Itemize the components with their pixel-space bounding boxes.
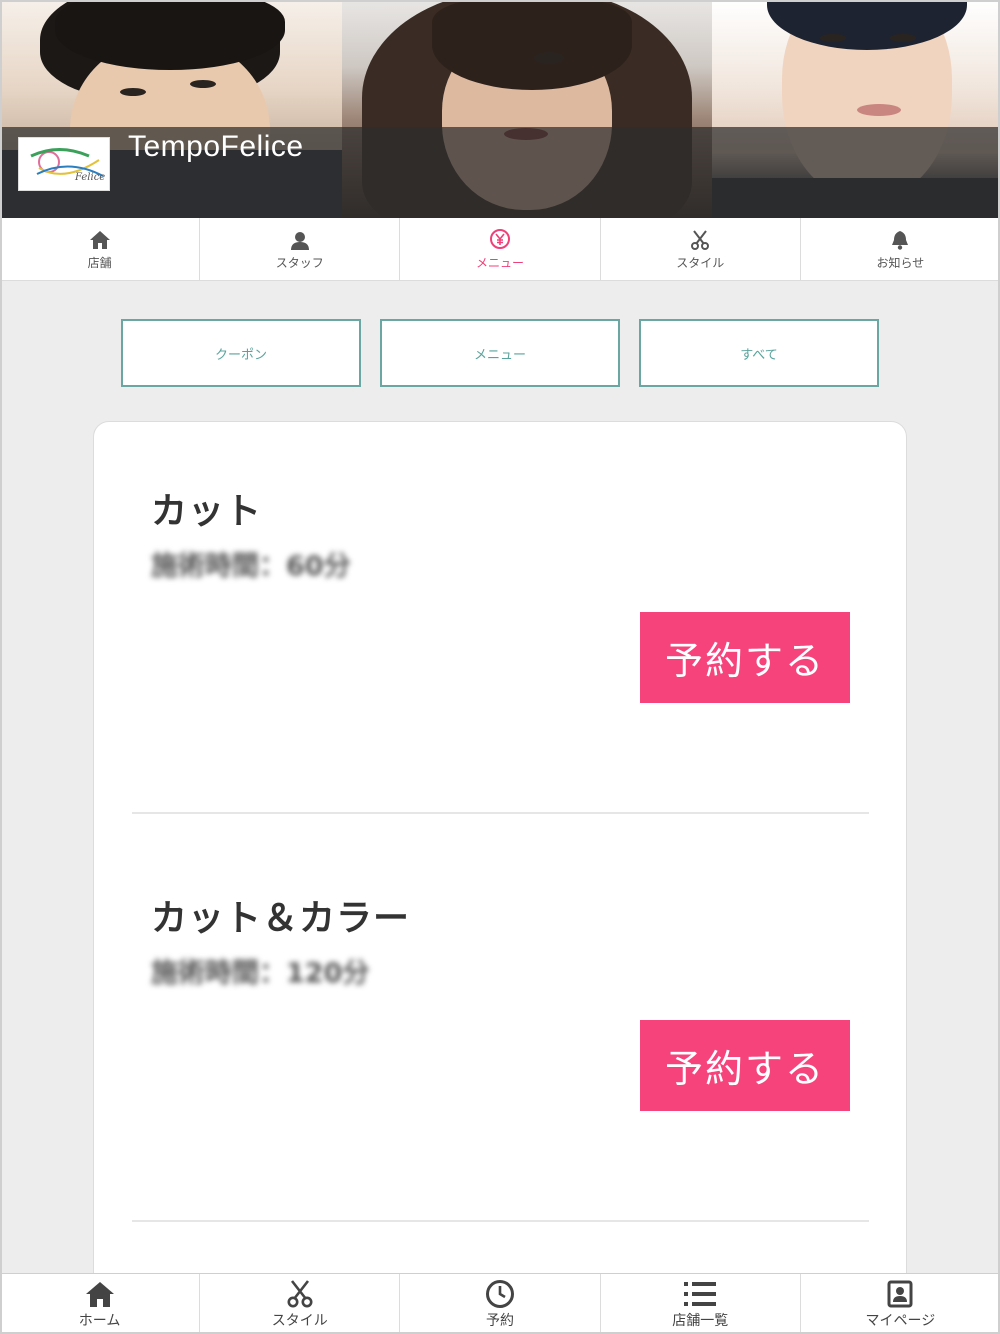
filter-coupon-button[interactable]: クーポン: [121, 319, 361, 387]
yen-icon: [489, 228, 511, 250]
bottom-tab-style[interactable]: スタイル: [200, 1274, 401, 1334]
menu-item-name: カット＆カラー: [151, 898, 411, 939]
svg-text:Felice: Felice: [74, 172, 105, 183]
menu-item-time: 施術時間：60分: [151, 551, 351, 582]
bottom-tab-bar: ホーム スタイル 予約 店舗一覧 マイページ: [0, 1273, 1000, 1334]
bell-icon: [890, 228, 910, 250]
bottom-tab-style-label: スタイル: [271, 1312, 328, 1329]
menu-item-time: 施術時間：120分: [151, 958, 370, 989]
tab-staff[interactable]: スタッフ: [200, 218, 401, 280]
bottom-tab-mypage[interactable]: マイページ: [801, 1274, 1000, 1334]
bottom-tab-home-label: ホーム: [78, 1312, 121, 1329]
list-item: カット 施術時間：60分 予約する: [94, 422, 906, 814]
tab-style[interactable]: スタイル: [601, 218, 801, 280]
scissors-icon: [286, 1279, 314, 1309]
reserve-button[interactable]: 予約する: [640, 1020, 850, 1111]
top-tab-bar: 店舗 スタッフ メニュー スタイル お知らせ: [0, 218, 1000, 281]
tab-store[interactable]: 店舗: [0, 218, 201, 280]
bottom-tab-reserve[interactable]: 予約: [400, 1274, 601, 1334]
tab-menu[interactable]: メニュー: [400, 218, 601, 280]
divider: [132, 1220, 869, 1222]
clock-icon: [485, 1279, 515, 1309]
list-icon: [683, 1279, 717, 1309]
salon-name: TempoFelice: [128, 130, 304, 163]
person-icon: [290, 228, 310, 250]
tab-store-label: 店舗: [87, 255, 112, 270]
tab-menu-label: メニュー: [476, 255, 525, 270]
filter-all-button[interactable]: すべて: [639, 319, 879, 387]
list-item: カット＆カラー 施術時間：120分 予約する: [94, 814, 906, 1222]
header-hero: Felice TempoFelice: [0, 0, 1000, 218]
home-icon: [85, 1279, 115, 1309]
menu-item-name: カット: [151, 491, 263, 532]
bottom-tab-store-list[interactable]: 店舗一覧: [601, 1274, 801, 1334]
tab-staff-label: スタッフ: [275, 255, 324, 270]
bottom-tab-reserve-label: 予約: [486, 1312, 514, 1329]
scissors-icon: [690, 228, 710, 250]
bottom-tab-store-list-label: 店舗一覧: [672, 1312, 729, 1329]
bottom-tab-home[interactable]: ホーム: [0, 1274, 201, 1334]
menu-list-card: カット 施術時間：60分 予約する カット＆カラー 施術時間：120分 予約する: [93, 421, 907, 1321]
profile-icon: [887, 1279, 913, 1309]
bottom-tab-mypage-label: マイページ: [865, 1312, 936, 1329]
home-icon: [89, 228, 111, 250]
tab-style-label: スタイル: [676, 255, 725, 270]
tab-news-label: お知らせ: [876, 255, 925, 270]
tab-news[interactable]: お知らせ: [801, 218, 1000, 280]
filter-menu-button[interactable]: メニュー: [380, 319, 620, 387]
salon-logo: Felice: [18, 137, 110, 191]
reserve-button[interactable]: 予約する: [640, 612, 850, 703]
